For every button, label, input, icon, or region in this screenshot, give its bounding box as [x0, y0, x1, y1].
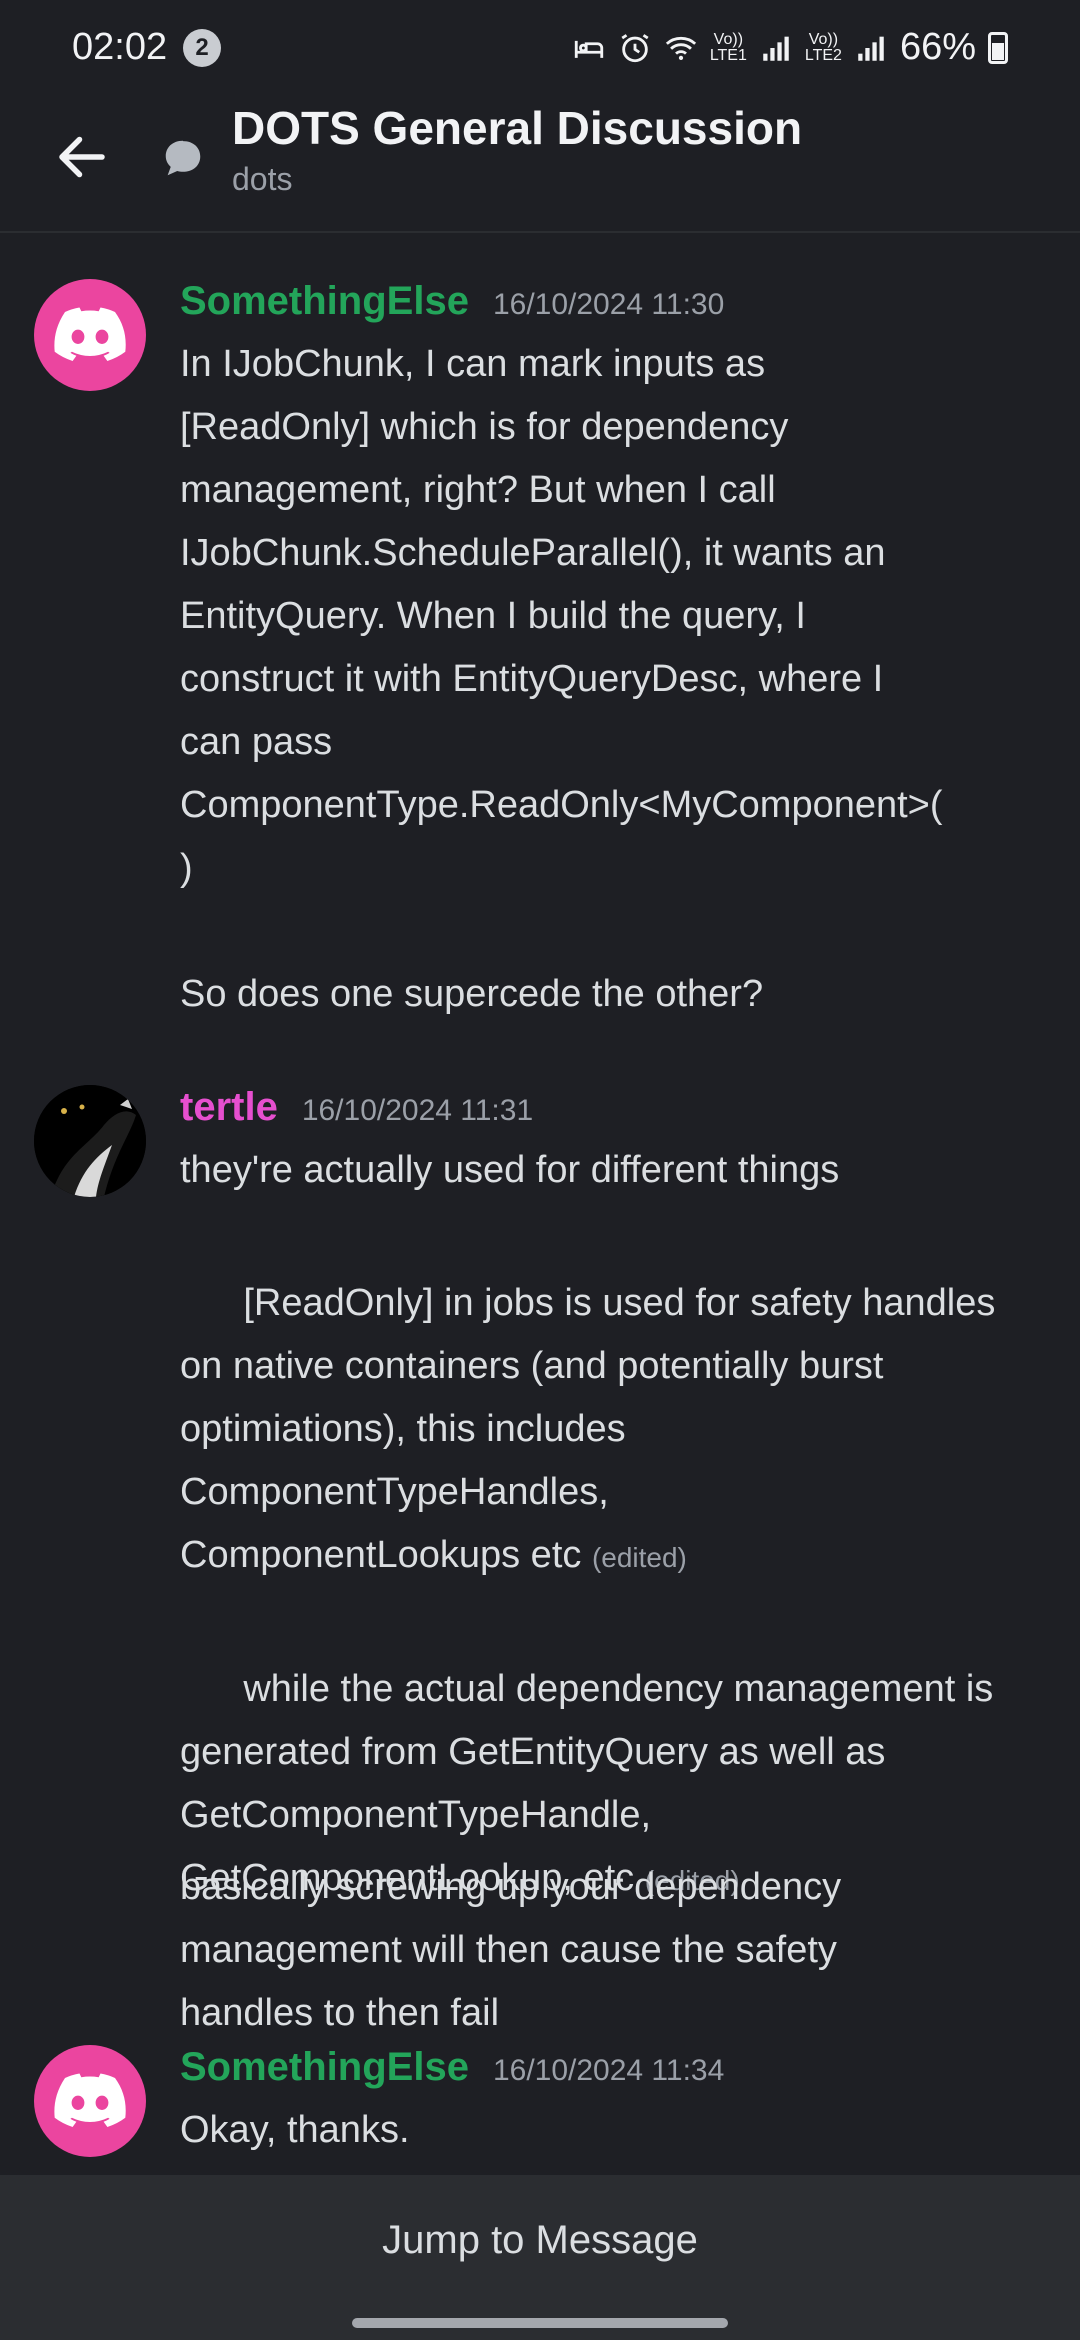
alarm-icon: [621, 33, 649, 62]
message-timestamp: 16/10/2024 11:34: [492, 2054, 725, 2087]
status-icons: Vo)) LTE1 Vo)) LTE2: [572, 31, 888, 65]
message-text: they're actually used for different thin…: [180, 1149, 840, 1191]
discord-logo-icon: [54, 2073, 126, 2127]
home-indicator[interactable]: [352, 2318, 728, 2328]
signal-icon: [858, 36, 884, 61]
bed-icon: [574, 40, 603, 58]
back-arrow-icon[interactable]: [52, 127, 112, 187]
status-left: 02:02 2: [72, 26, 222, 69]
message-timestamp: 16/10/2024 11:31: [301, 1094, 534, 1127]
jump-to-message-button[interactable]: Jump to Message: [0, 2175, 1080, 2305]
author-line: tertle 16/10/2024 11:31: [180, 1085, 533, 1130]
author-name[interactable]: tertle: [180, 1085, 278, 1130]
message-text: basically screwing up your dependency ma…: [180, 1866, 842, 2034]
message-text: [ReadOnly] in jobs is used for safety ha…: [180, 1282, 996, 1576]
channel-title[interactable]: DOTS General Discussion: [232, 101, 802, 155]
notification-count-badge: 2: [183, 28, 222, 67]
author-name[interactable]: SomethingElse: [180, 2045, 469, 2090]
battery-percent: 66%: [899, 26, 976, 68]
edited-label: (edited): [591, 1542, 687, 1573]
message-text: In IJobChunk, I can mark inputs as [Read…: [180, 343, 943, 1015]
author-name[interactable]: SomethingElse: [180, 279, 469, 324]
signal-icon: [763, 36, 789, 61]
sim2-label: Vo)) LTE2: [804, 30, 842, 64]
user-avatar-image: [34, 1085, 146, 1197]
message-text-with-edit: [ReadOnly] in jobs is used for safety ha…: [180, 1209, 1050, 1652]
author-line: SomethingElse 16/10/2024 11:30: [180, 279, 724, 324]
channel-header: DOTS General Discussion dots: [0, 95, 1080, 233]
status-right: Vo)) LTE1 Vo)) LTE2 66%: [572, 26, 1008, 69]
avatar[interactable]: [34, 1085, 146, 1197]
message-timestamp: 16/10/2024 11:30: [492, 288, 725, 321]
message-text: Okay, thanks.: [180, 2109, 410, 2151]
sim1-label: Vo)) LTE1: [709, 30, 747, 64]
clock: 02:02: [72, 26, 168, 68]
jump-bar: Jump to Message: [0, 2175, 1080, 2340]
avatar[interactable]: [34, 2045, 146, 2157]
wifi-icon: [665, 36, 696, 60]
avatar[interactable]: [34, 279, 146, 391]
status-bar: 02:02 2 Vo)) LTE1 Vo)) LTE2 66%: [0, 0, 1080, 95]
thread-chat-icon: [165, 140, 201, 176]
discord-logo-icon: [54, 307, 126, 361]
author-line: SomethingElse 16/10/2024 11:34: [180, 2045, 724, 2090]
battery-icon: [988, 31, 1008, 64]
channel-subtitle: dots: [232, 161, 293, 197]
